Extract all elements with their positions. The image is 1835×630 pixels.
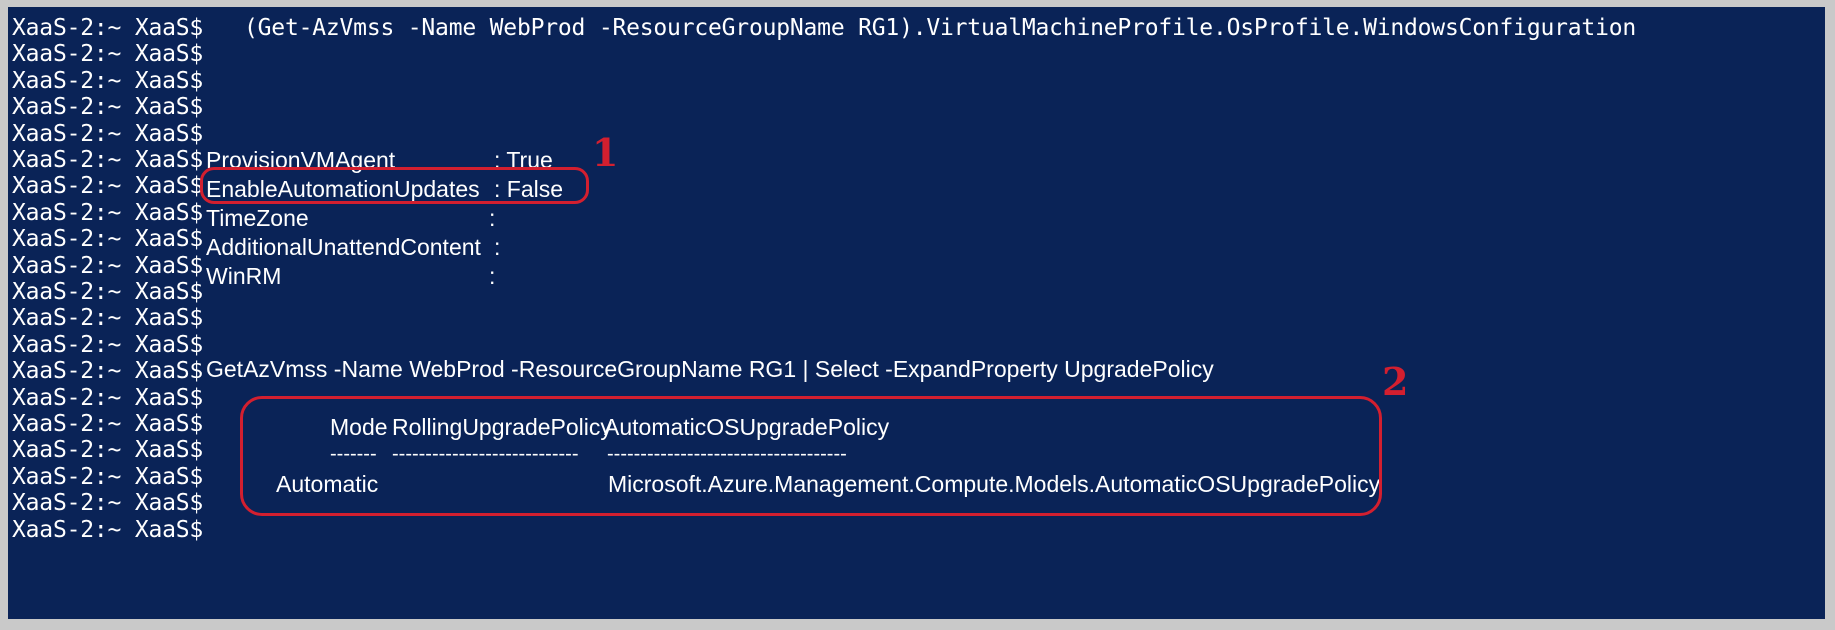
prompt-line: XaaS-2:~ XaaS$ xyxy=(12,516,204,543)
property-value-additionalunattendcontent: : xyxy=(494,234,501,260)
property-value-timezone: : xyxy=(489,205,496,231)
annotation-box-1 xyxy=(200,167,589,204)
property-name-winrm: WinRM xyxy=(206,263,282,289)
command-line-1: (Get-AzVmss -Name WebProd -ResourceGroup… xyxy=(244,15,1637,41)
command-line-2: GetAzVmss -Name WebProd -ResourceGroupNa… xyxy=(206,356,1214,382)
annotation-label-1: 1 xyxy=(592,130,619,175)
property-name-additionalunattendcontent: AdditionalUnattendContent xyxy=(206,234,481,260)
property-name-timezone: TimeZone xyxy=(206,205,309,231)
terminal-window[interactable]: XaaS-2:~ XaaS$ XaaS-2:~ XaaS$ XaaS-2:~ Xaa… xyxy=(8,7,1825,619)
annotation-box-2 xyxy=(240,396,1382,516)
annotation-label-2: 2 xyxy=(1382,359,1409,404)
property-value-winrm: : xyxy=(489,263,496,289)
